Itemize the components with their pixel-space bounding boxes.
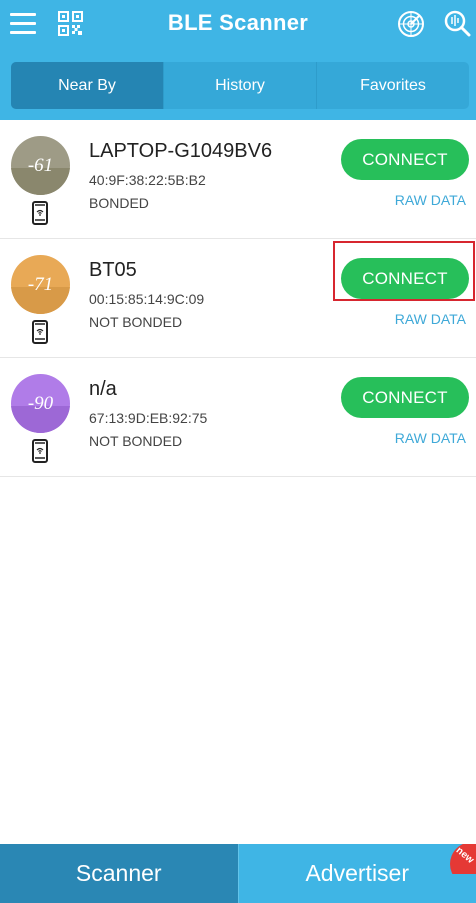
scanner-tab[interactable]: Scanner bbox=[0, 844, 238, 903]
tab-bar: Near By History Favorites bbox=[11, 62, 469, 109]
tab-history[interactable]: History bbox=[164, 62, 317, 109]
bond-status: NOT BONDED bbox=[89, 314, 183, 330]
raw-data-link[interactable]: RAW DATA bbox=[395, 311, 466, 327]
rssi-value: -71 bbox=[27, 273, 54, 295]
advertiser-label: Advertiser bbox=[305, 860, 410, 886]
device-list: -61 LAPTOP-G1049BV6 40:9F:38:22:5B:B2 BO… bbox=[0, 120, 476, 477]
tab-favorites[interactable]: Favorites bbox=[317, 62, 469, 109]
rssi-value: -90 bbox=[27, 392, 54, 414]
rssi-badge: -71 bbox=[11, 255, 70, 314]
search-icon[interactable] bbox=[443, 9, 471, 37]
device-row[interactable]: -90 n/a 67:13:9D:EB:92:75 NOT BONDED CON… bbox=[0, 358, 476, 477]
connect-button[interactable]: CONNECT bbox=[341, 377, 469, 418]
rssi-badge: -90 bbox=[11, 374, 70, 433]
raw-data-link[interactable]: RAW DATA bbox=[395, 430, 466, 446]
bond-status: BONDED bbox=[89, 195, 149, 211]
bottom-nav: Scanner Advertiser new bbox=[0, 844, 476, 903]
device-mac: 67:13:9D:EB:92:75 bbox=[89, 410, 208, 426]
device-name: BT05 bbox=[89, 259, 137, 281]
device-row[interactable]: -61 LAPTOP-G1049BV6 40:9F:38:22:5B:B2 BO… bbox=[0, 120, 476, 239]
phone-icon bbox=[32, 439, 48, 463]
rssi-value: -61 bbox=[27, 154, 54, 176]
app-bar: BLE Scanner Near By History Favorites bbox=[0, 0, 476, 120]
device-row[interactable]: -71 BT05 00:15:85:14:9C:09 NOT BONDED CO… bbox=[0, 239, 476, 358]
device-name: LAPTOP-G1049BV6 bbox=[89, 140, 273, 162]
connect-button[interactable]: CONNECT bbox=[341, 139, 469, 180]
top-bar: BLE Scanner bbox=[0, 0, 476, 50]
scanner-label: Scanner bbox=[75, 860, 162, 886]
rssi-badge: -61 bbox=[11, 136, 70, 195]
bond-status: NOT BONDED bbox=[89, 433, 183, 449]
device-mac: 40:9F:38:22:5B:B2 bbox=[89, 172, 206, 188]
radar-icon[interactable] bbox=[397, 10, 425, 38]
phone-icon bbox=[32, 320, 48, 344]
phone-icon bbox=[32, 201, 48, 225]
device-name: n/a bbox=[89, 378, 117, 400]
advertiser-tab[interactable]: Advertiser new bbox=[237, 844, 476, 903]
device-mac: 00:15:85:14:9C:09 bbox=[89, 291, 205, 307]
tab-near-by[interactable]: Near By bbox=[11, 62, 164, 109]
new-badge: new bbox=[450, 844, 476, 874]
raw-data-link[interactable]: RAW DATA bbox=[395, 192, 466, 208]
connect-button[interactable]: CONNECT bbox=[341, 258, 469, 299]
